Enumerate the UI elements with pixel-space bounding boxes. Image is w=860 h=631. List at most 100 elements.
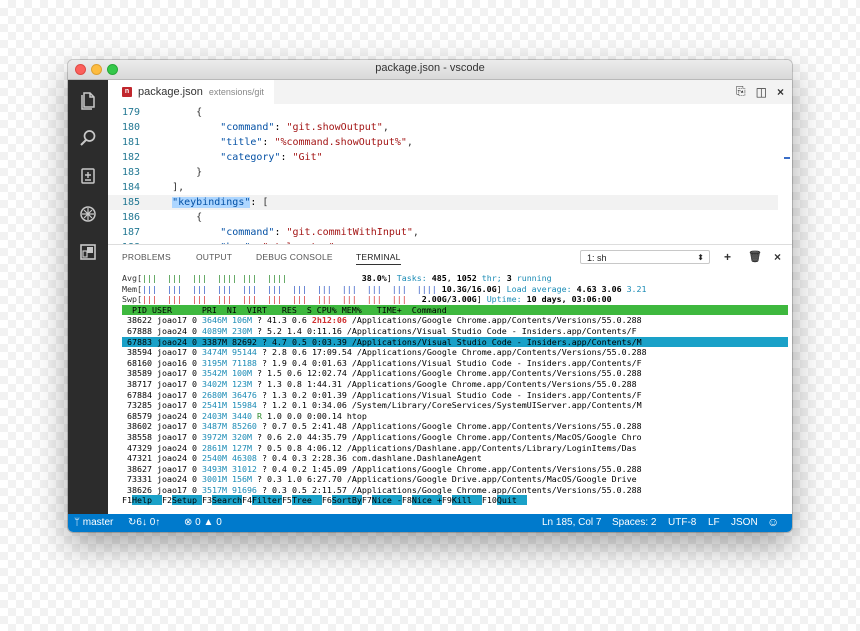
trash-icon[interactable]: 🗑 <box>748 250 762 263</box>
fkey-f1: F1 <box>122 495 132 506</box>
npm-file-icon: n <box>122 87 132 97</box>
json-value: [ <box>262 197 269 208</box>
running-label: running <box>511 273 552 283</box>
process-row[interactable]: 38717 joao17 0 3402M 123M ? 1.3 0.8 1:44… <box>122 379 788 390</box>
fkey-label-f5[interactable]: Tree <box>291 495 322 506</box>
priority: 16 <box>176 357 187 368</box>
fkey-label-f2[interactable]: Setup <box>171 495 202 506</box>
process-row[interactable]: 38627 joao17 0 3493M 31012 ? 0.4 0.2 1:4… <box>122 464 788 475</box>
fkey-label-f1[interactable]: Help <box>132 495 162 506</box>
command: /Applications/Visual Studio Code - Insid… <box>351 336 642 347</box>
extensions-icon[interactable] <box>78 242 98 262</box>
terminal-select[interactable]: 1: sh ⬍ <box>580 250 710 264</box>
process-row[interactable]: 38558 joao17 0 3972M 320M ? 0.6 2.0 44:3… <box>122 432 788 443</box>
json-punct: , <box>406 137 413 148</box>
open-preview-icon[interactable]: ⎘ <box>736 84 746 99</box>
git-branch-icon: ᛘ <box>74 517 80 528</box>
user: joao <box>156 442 177 453</box>
process-row[interactable]: 67888 joao24 0 4089M 230M ? 5.2 1.4 0:11… <box>122 326 788 337</box>
fkey-label-f8[interactable]: Nice + <box>411 495 442 506</box>
process-row[interactable]: 73331 joao24 0 3001M 156M ? 0.3 1.0 6:27… <box>122 474 788 485</box>
cpu: 0.4 <box>271 463 287 474</box>
res: 230M <box>231 325 252 336</box>
state: ? <box>256 325 262 336</box>
problems-status[interactable]: ⊗ 0 ▲ 0 <box>184 517 222 528</box>
pid: 68160 <box>127 357 152 368</box>
eol-status[interactable]: LF <box>708 517 720 528</box>
process-row[interactable]: 47329 joao24 0 2861M 127M ? 0.5 0.8 4:06… <box>122 443 788 454</box>
feedback-smiley-icon[interactable]: ☺ <box>767 515 779 529</box>
user: joao <box>156 474 177 485</box>
sync-status[interactable]: ↻6↓ 0↑ <box>128 517 160 528</box>
nice: 0 <box>191 400 197 411</box>
cpu: 4.7 <box>271 336 287 347</box>
res: 100M <box>231 368 252 379</box>
close-panel-icon[interactable]: × <box>774 250 781 264</box>
fkey-label-f9[interactable]: Kill <box>451 495 482 506</box>
fkey-label-f10[interactable]: Quit <box>496 495 527 506</box>
process-row[interactable]: 38622 joao17 0 3646M 106M ? 41.3 0.6 2h1… <box>122 315 788 326</box>
fkey-label-f4[interactable]: Filter <box>251 495 282 506</box>
fkey-label-f7[interactable]: Nice - <box>371 495 402 506</box>
virt: 2403M <box>201 410 227 421</box>
split-editor-icon[interactable]: ◫ <box>756 85 767 99</box>
res: 106M <box>231 315 252 326</box>
fkey-label-f3[interactable]: Search <box>211 495 242 506</box>
close-editor-icon[interactable]: × <box>777 85 784 99</box>
priority: 24 <box>176 336 187 347</box>
process-row[interactable]: 67883 joao24 0 3387M 82692 ? 4.7 0.5 0:0… <box>122 336 788 348</box>
json-value: "git.showOutput" <box>286 122 383 133</box>
json-punct: , <box>382 122 389 133</box>
code-editor[interactable]: 179 {180 "command": "git.showOutput", 181… <box>108 104 792 244</box>
process-row[interactable]: 38594 joao17 0 3474M 95144 ? 2.8 0.6 17:… <box>122 347 788 358</box>
load-15: 3.21 <box>626 283 647 294</box>
res: 156M <box>231 474 252 485</box>
line-content: "command": "git.commitWithInput", <box>220 227 419 238</box>
line-content: { <box>148 105 202 120</box>
code-text: { <box>148 212 203 223</box>
line-content: } <box>148 165 202 180</box>
code-line: 182 "category": "Git" <box>108 150 778 165</box>
res: 31012 <box>231 463 257 474</box>
tab-debug-console[interactable]: DEBUG CONSOLE <box>256 252 333 262</box>
cursor-position[interactable]: Ln 185, Col 7 <box>542 517 602 528</box>
process-row[interactable]: 67884 joao17 0 2680M 36476 ? 1.3 0.2 0:0… <box>122 390 788 401</box>
state: ? <box>261 347 267 358</box>
line-number: 182 <box>121 152 140 163</box>
tab-terminal[interactable]: TERMINAL <box>356 252 401 265</box>
virt: 3387M <box>201 336 227 347</box>
time: 2:41.48 <box>311 421 347 432</box>
debug-icon[interactable] <box>78 204 98 224</box>
fkey-label-f6[interactable]: SortBy <box>331 495 362 506</box>
files-icon[interactable] <box>78 90 98 110</box>
process-row[interactable]: 38626 joao17 0 3517M 91696 ? 0.3 0.5 2:1… <box>122 485 788 496</box>
state: ? <box>261 336 267 347</box>
branch-status[interactable]: ᛘ master <box>74 517 113 528</box>
cpu: 0.3 <box>271 484 287 495</box>
virt: 2540M <box>201 453 227 464</box>
state: ? <box>256 378 262 389</box>
indentation-status[interactable]: Spaces: 2 <box>612 517 656 528</box>
process-row[interactable]: 38589 joao17 0 3542M 100M ? 1.5 0.6 12:0… <box>122 368 788 379</box>
state: ? <box>256 442 262 453</box>
nice: 0 <box>191 474 197 485</box>
line-number: 183 <box>121 167 140 178</box>
encoding-status[interactable]: UTF-8 <box>668 517 696 528</box>
priority: 17 <box>176 347 187 358</box>
new-terminal-icon[interactable]: + <box>724 250 731 264</box>
process-row[interactable]: 47321 joao24 0 2540M 46308 ? 0.4 0.3 2:2… <box>122 453 788 464</box>
tab-problems[interactable]: PROBLEMS <box>122 252 171 262</box>
terminal-output[interactable]: Avg[||| ||| ||| |||| ||| |||| 38.0%] Tas… <box>122 273 788 514</box>
language-status[interactable]: JSON <box>731 517 758 528</box>
tab-package-json[interactable]: n package.json extensions/git <box>108 80 274 104</box>
process-row[interactable]: 38602 joao17 0 3487M 85260 ? 0.7 0.5 2:4… <box>122 421 788 432</box>
process-row[interactable]: 68579 joao24 0 2403M 3440 R 1.0 0.0 0:00… <box>122 411 788 422</box>
search-icon[interactable] <box>78 128 98 148</box>
process-row[interactable]: 68160 joao16 0 3195M 71188 ? 1.9 0.4 0:0… <box>122 358 788 369</box>
state: ? <box>261 484 267 495</box>
virt: 3195M <box>201 357 227 368</box>
cpu: 1.5 <box>266 368 282 379</box>
process-row[interactable]: 73285 joao17 0 2541M 15984 ? 1.2 0.1 0:3… <box>122 400 788 411</box>
source-control-icon[interactable] <box>78 166 98 186</box>
tab-output[interactable]: OUTPUT <box>196 252 232 262</box>
